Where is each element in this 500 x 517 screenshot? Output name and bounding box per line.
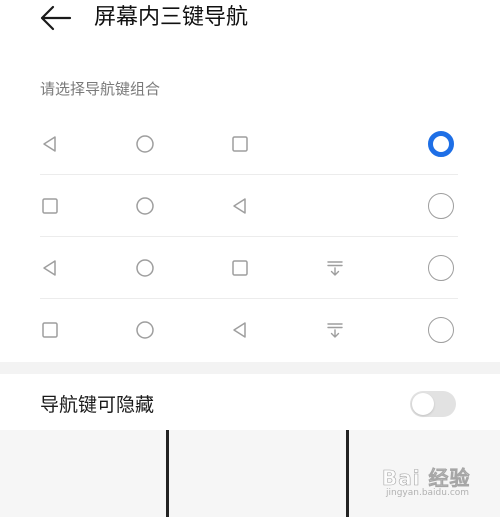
option-radio[interactable] (428, 317, 454, 343)
hide-navbar-arrow-icon (327, 261, 343, 276)
preview-line (166, 430, 169, 517)
arrow-left-icon[interactable] (40, 4, 74, 32)
toggle-knob (412, 393, 434, 415)
back-triangle-icon (233, 198, 246, 214)
nav-option-4[interactable] (40, 299, 458, 361)
recents-square-icon (42, 198, 58, 214)
back-triangle-icon (43, 136, 56, 152)
header-bar: 屏幕内三键导航 (0, 0, 500, 52)
baidu-jingyan-watermark: Bai 经验 jingyan.baidu.com (382, 462, 494, 512)
home-circle-icon (136, 321, 154, 339)
recents-square-icon (232, 136, 248, 152)
home-circle-icon (136, 135, 154, 153)
nav-option-3[interactable] (40, 237, 458, 299)
back-triangle-icon (233, 322, 246, 338)
watermark-main: Bai 经验 (382, 466, 471, 491)
hide-navbar-toggle[interactable] (410, 391, 456, 417)
nav-option-1[interactable] (40, 113, 458, 175)
recents-square-icon (232, 260, 248, 276)
option-radio-selected[interactable] (428, 131, 454, 157)
home-circle-icon (136, 197, 154, 215)
back-triangle-icon (43, 260, 56, 276)
hide-navbar-label: 导航键可隐藏 (40, 394, 155, 416)
home-circle-icon (136, 259, 154, 277)
option-radio[interactable] (428, 193, 454, 219)
watermark-url: jingyan.baidu.com (386, 488, 470, 498)
option-radio[interactable] (428, 255, 454, 281)
recents-square-icon (42, 322, 58, 338)
section-separator (0, 362, 500, 374)
nav-option-2[interactable] (40, 175, 458, 237)
preview-line (346, 430, 349, 517)
hide-navbar-arrow-icon (327, 323, 343, 338)
section-subheading: 请选择导航键组合 (40, 80, 161, 98)
page-title: 屏幕内三键导航 (94, 5, 249, 30)
